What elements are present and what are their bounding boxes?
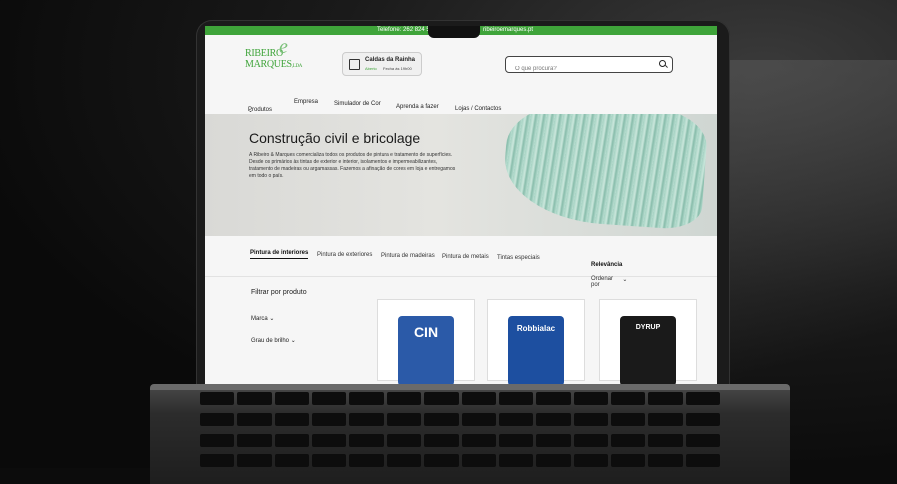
tab-especiais[interactable]: Tintas especiais — [497, 255, 540, 261]
filter-grau-brilho[interactable]: Grau de brilho ⌄ — [251, 337, 296, 344]
paint-brush-image — [501, 114, 709, 231]
paint-can-image: DYRUP — [620, 316, 676, 386]
product-card[interactable]: Robbialac — [487, 299, 585, 386]
store-name: Caldas da Rainha — [365, 57, 416, 63]
chevron-down-icon: ⌄ — [269, 316, 275, 322]
paint-can-image: Robbialac — [508, 316, 564, 386]
keyboard — [200, 392, 720, 472]
logo-line2: MARQUES — [245, 59, 292, 70]
product-area: Filtrar por produto Marca ⌄ Grau de bril… — [205, 277, 717, 386]
hero-text: A Ribeiro & Marques comercializa todos o… — [249, 152, 456, 179]
chevron-down-icon: ⌄ — [290, 338, 296, 344]
product-card[interactable]: CIN — [377, 299, 475, 386]
tab-madeiras[interactable]: Pintura de madeiras — [381, 253, 435, 259]
nav-item-aprenda[interactable]: Aprenda a fazer — [396, 104, 439, 110]
chevron-down-icon: ⌄ — [248, 108, 254, 114]
search-box — [505, 56, 673, 73]
nav-item-empresa[interactable]: Empresa — [294, 99, 318, 105]
store-selector[interactable]: Caldas da Rainha Aberto Fecha às 19h00 — [342, 52, 422, 76]
laptop-screen: Telefone: 262 824 5 ribeiroemarques.pt R… — [205, 26, 717, 386]
hero-title: Construção civil e bricolage — [249, 130, 421, 146]
product-card[interactable]: DYRUP — [599, 299, 697, 386]
phone-text[interactable]: Telefone: 262 824 5 — [377, 26, 430, 35]
paint-can-image: CIN — [398, 316, 454, 386]
filter-title: Filtrar por produto — [251, 289, 307, 296]
hero-banner: Construção civil e bricolage A Ribeiro &… — [205, 114, 717, 236]
tab-interiores[interactable]: Pintura de interiores — [250, 250, 309, 259]
sort-select[interactable]: Ordenar por Relevância ⌄ — [591, 262, 627, 288]
logo-line1: RIBEIRO — [245, 48, 283, 59]
search-input[interactable] — [513, 65, 647, 73]
store-hours: Fecha às 19h00 — [383, 66, 412, 71]
nav-item-lojas[interactable]: Lojas / Contactos — [455, 106, 501, 112]
store-icon — [349, 59, 360, 70]
laptop-hinge — [150, 384, 790, 390]
camera-notch — [428, 26, 480, 38]
logo-ampersand: e — [279, 36, 288, 58]
main-nav: Produtos ⌄ Empresa Simulador de Cor Apre… — [248, 99, 502, 114]
store-status: Aberto — [365, 66, 377, 71]
logo-suffix: ,LDA — [291, 64, 303, 69]
sort-value: Relevância — [591, 262, 623, 268]
site-logo[interactable]: RIBEIRO e MARQUES,LDA — [245, 37, 303, 72]
site-header: RIBEIRO e MARQUES,LDA Caldas da Rainha A… — [205, 35, 717, 87]
tab-metais[interactable]: Pintura de metais — [442, 254, 489, 260]
tab-exteriores[interactable]: Pintura de exteriores — [317, 252, 372, 258]
nav-item-simulador[interactable]: Simulador de Cor — [334, 101, 381, 107]
email-text[interactable]: ribeiroemarques.pt — [483, 26, 533, 35]
search-icon[interactable] — [659, 60, 666, 67]
category-tabs: Pintura de interiores Pintura de exterio… — [205, 236, 717, 288]
filter-marca[interactable]: Marca ⌄ — [251, 315, 274, 322]
